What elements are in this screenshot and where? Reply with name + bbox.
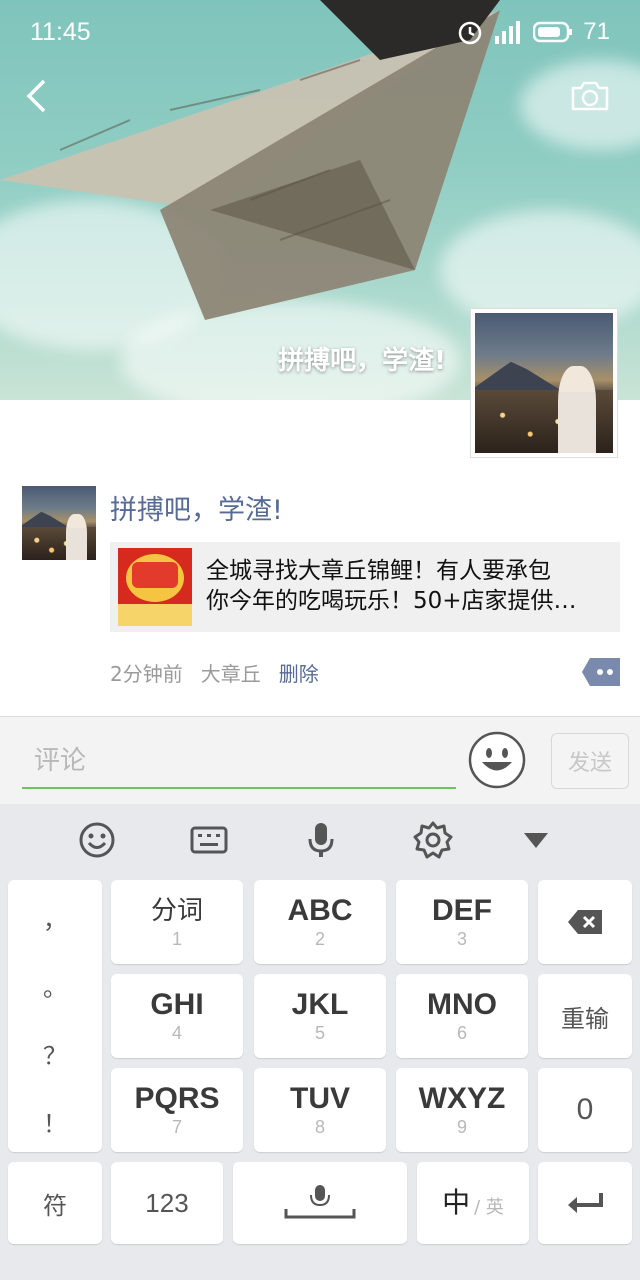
punct-period-key[interactable]: 。: [8, 968, 102, 1003]
number-key[interactable]: 123: [111, 1162, 223, 1244]
key-number: 9: [456, 1116, 467, 1137]
post-username[interactable]: 拼搏吧，学渣!: [110, 488, 283, 527]
key-1[interactable]: 分词 1: [111, 880, 243, 964]
key-7[interactable]: PQRS 7: [111, 1068, 243, 1152]
key-label: 分词: [150, 895, 203, 926]
avatar-image: [475, 313, 613, 453]
key-9[interactable]: WXYZ 9: [396, 1068, 528, 1152]
post-avatar[interactable]: [22, 486, 96, 560]
post-meta: 2分钟前 大章丘 删除: [110, 658, 319, 687]
key-label: JKL: [291, 987, 349, 1021]
key-8[interactable]: TUV 8: [254, 1068, 386, 1152]
key-label: ABC: [287, 893, 353, 927]
punctuation-key-column[interactable]: ， 。 ？ ！: [8, 880, 102, 1152]
backspace-key[interactable]: [538, 880, 632, 964]
back-arrow-icon: [26, 79, 46, 113]
backspace-icon: [568, 910, 602, 934]
microphone-icon[interactable]: [301, 820, 341, 860]
key-label: PQRS: [134, 1081, 220, 1115]
camera-icon: [571, 81, 609, 111]
alarm-icon: [459, 21, 482, 45]
profile-avatar[interactable]: [470, 308, 618, 458]
reenter-key[interactable]: 重输: [538, 974, 632, 1058]
keyboard-icon[interactable]: [189, 820, 229, 860]
camera-button[interactable]: [570, 80, 610, 112]
key-label: DEF: [432, 893, 492, 927]
enter-icon: [568, 1193, 603, 1213]
key-4[interactable]: GHI 4: [111, 974, 243, 1058]
keyboard-toolbar: [0, 804, 640, 874]
status-time: 11:45: [30, 18, 91, 46]
key-label: WXYZ: [418, 1081, 506, 1115]
status-icons: 71: [457, 18, 610, 46]
link-title-line: 你今年的吃喝玩乐！50+店家提供…: [206, 588, 577, 614]
link-thumbnail: [118, 548, 192, 626]
key-0[interactable]: 0: [538, 1068, 632, 1152]
back-button[interactable]: [22, 78, 52, 114]
send-button[interactable]: 发送: [551, 733, 629, 789]
punct-question-key[interactable]: ？: [8, 1036, 102, 1071]
emoji-icon[interactable]: [77, 820, 117, 860]
comment-more-button[interactable]: [582, 658, 620, 686]
key-3[interactable]: DEF 3: [396, 880, 528, 964]
key-number: 6: [456, 1022, 467, 1043]
key-5[interactable]: JKL 5: [254, 974, 386, 1058]
key-number: 3: [456, 928, 467, 949]
key-number: 1: [171, 928, 182, 949]
punct-comma-key[interactable]: ，: [8, 900, 102, 935]
key-label: 重输: [561, 1004, 609, 1033]
link-title-line: 全城寻找大章丘锦鲤！有人要承包: [206, 558, 551, 584]
symbol-key[interactable]: 符: [8, 1162, 102, 1244]
key-2[interactable]: ABC 2: [254, 880, 386, 964]
link-title: 全城寻找大章丘锦鲤！有人要承包 你今年的吃喝玩乐！50+店家提供…: [206, 556, 606, 616]
delete-link[interactable]: 删除: [279, 658, 319, 687]
key-number: 8: [314, 1116, 325, 1137]
collapse-keyboard-icon[interactable]: [516, 820, 556, 860]
key-label: 中: [442, 1186, 471, 1219]
signal-icon: [495, 21, 521, 44]
status-bar: 11:45 71: [0, 0, 640, 64]
space-key[interactable]: [233, 1162, 407, 1244]
key-label: 符: [43, 1191, 67, 1220]
language-switch-key[interactable]: 中 / 英: [417, 1162, 529, 1244]
post-location[interactable]: 大章丘: [201, 658, 261, 687]
post-time: 2分钟前: [110, 662, 183, 686]
punct-exclaim-key[interactable]: ！: [8, 1104, 102, 1139]
key-label: 0: [576, 1093, 594, 1126]
battery-icon: [533, 21, 573, 43]
enter-key[interactable]: [538, 1162, 632, 1244]
emoji-button[interactable]: [468, 731, 526, 789]
avatar-image: [22, 486, 96, 560]
comment-bar: 发送: [0, 716, 640, 804]
comment-more-icon: [582, 658, 620, 686]
battery-level: 71: [583, 18, 610, 45]
cover-username: 拼搏吧，学渣!: [278, 346, 446, 376]
key-number: 5: [314, 1022, 325, 1043]
key-label: GHI: [150, 987, 204, 1021]
key-label: 123: [145, 1187, 189, 1218]
space-mic-icon: [284, 1185, 356, 1219]
key-sub-label: / 英: [474, 1197, 504, 1218]
key-label: TUV: [290, 1081, 350, 1115]
emoji-icon: [468, 731, 526, 789]
key-number: 7: [171, 1116, 182, 1137]
comment-input[interactable]: [22, 735, 456, 789]
key-6[interactable]: MNO 6: [396, 974, 528, 1058]
settings-icon[interactable]: [413, 820, 453, 860]
key-label: MNO: [427, 987, 497, 1021]
key-number: 2: [314, 928, 325, 949]
key-number: 4: [171, 1022, 182, 1043]
shared-link-card[interactable]: 全城寻找大章丘锦鲤！有人要承包 你今年的吃喝玩乐！50+店家提供…: [110, 542, 620, 632]
